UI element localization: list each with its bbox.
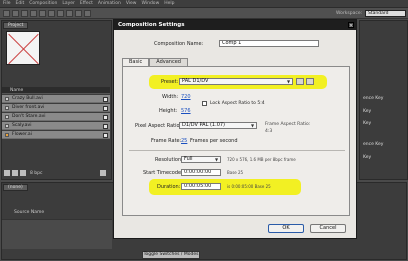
checkbox[interactable] [103,97,108,102]
width-label: Width: [162,94,179,100]
list-item[interactable]: Crazy Bull.avi [2,95,110,103]
frame-rate-label: Frame Rate: [151,138,182,144]
zoom-tool-icon[interactable] [21,10,28,17]
project-tab[interactable]: Project [3,22,29,29]
list-item[interactable]: Diver front.avi [2,104,110,112]
selection-tool-icon[interactable] [3,10,10,17]
tab-basic[interactable]: Basic [122,58,150,66]
duration-label: Duration: [157,184,181,190]
video-file-icon [5,97,9,101]
pixel-aspect-label: Pixel Aspect Ratio: [135,123,182,129]
list-item[interactable]: Scaly.avi [2,122,110,130]
width-value[interactable]: 720 [181,94,191,100]
resolution-label: Resolution: [155,157,183,163]
pixel-aspect-select[interactable]: D1/DV PAL (1.07) ▼ [179,122,257,129]
menu-layer[interactable]: Layer [62,1,75,6]
timeline-tab[interactable]: (none) [3,184,28,191]
lock-aspect-checkbox[interactable] [202,101,207,106]
effect-item[interactable]: Key [361,108,407,115]
menu-view[interactable]: View [126,1,137,6]
brush-tool-icon[interactable] [84,10,91,17]
duration-note: is 0:00:05:00 Base 25 [227,184,271,189]
checkbox[interactable] [103,115,108,120]
menu-edit[interactable]: Edit [16,1,25,6]
divider [129,150,345,151]
menu-animation[interactable]: Animation [98,1,121,6]
save-preset-icon[interactable] [296,78,304,85]
mask-tool-icon[interactable] [57,10,64,17]
chevron-down-icon: ▼ [287,79,291,84]
comp-name-label: Composition Name: [154,41,204,47]
workspace-select[interactable]: Standard [365,10,406,17]
start-timecode-label: Start Timecode: [143,170,183,176]
pan-tool-icon[interactable] [48,10,55,17]
start-timecode-input[interactable]: 0:00:00:00 [181,169,221,176]
height-value[interactable]: 576 [181,108,191,114]
composition-settings-dialog: Composition Settings × Composition Name:… [113,19,357,239]
height-label: Height: [159,108,178,114]
menu-file[interactable]: File [3,1,11,6]
close-icon[interactable]: × [348,22,354,29]
toggle-switches-modes-button[interactable]: Toggle Switches / Modes [142,251,200,259]
video-file-icon [5,124,9,128]
preset-select[interactable]: PAL D1/DV ▼ [179,78,293,85]
chevron-down-icon: ▼ [215,157,219,162]
new-composition-icon[interactable] [20,170,26,176]
settings-tabs: Basic Advanced [122,58,188,66]
comp-name-input[interactable]: Comp 1 [219,40,319,47]
illustrator-file-icon [5,133,9,137]
cancel-button[interactable]: Cancel [310,224,346,233]
pen-tool-icon[interactable] [66,10,73,17]
menu-composition[interactable]: Composition [29,1,57,6]
rotate-tool-icon[interactable] [30,10,37,17]
menu-help[interactable]: Help [164,1,174,6]
camera-tool-icon[interactable] [39,10,46,17]
dialog-title: Composition Settings [114,20,356,30]
list-item[interactable]: Flower.ai [2,131,110,139]
list-item[interactable]: Don't Stare.avi [2,113,110,121]
frame-aspect-label: Frame Aspect Ratio: [265,122,311,127]
text-tool-icon[interactable] [75,10,82,17]
tab-advanced[interactable]: Advanced [149,58,188,66]
checkbox[interactable] [103,133,108,138]
delete-preset-icon[interactable] [306,78,314,85]
lock-aspect-label: Lock Aspect Ratio to 5:4 [210,101,265,106]
duration-input[interactable]: 0:00:05:00 [181,183,221,190]
preset-label: Preset: [161,79,179,85]
frame-rate-value[interactable]: 25 [181,138,187,144]
resolution-note: 720 x 576, 1.6 MB per 8bpc frame [227,157,296,162]
menu-effect[interactable]: Effect [80,1,93,6]
effect-item[interactable]: Key [361,120,407,127]
footage-thumbnail [6,31,40,65]
bit-depth-label[interactable]: 8 bpc [30,171,42,176]
resolution-select[interactable]: Full ▼ [181,156,221,163]
workspace-label: Workspace: [336,11,363,16]
ok-button[interactable]: OK [268,224,304,233]
name-column-header[interactable]: Name [10,88,23,93]
basic-tab-panel: Preset: PAL D1/DV ▼ Width: 720 Height: 5… [122,66,350,216]
chevron-down-icon: ▼ [251,123,255,128]
hand-tool-icon[interactable] [12,10,19,17]
frame-aspect-value: 4:3 [265,129,273,134]
effect-item[interactable]: ence Key [361,141,407,148]
source-name-header: Source Name [14,210,45,215]
frame-rate-unit: Frames per second [190,138,238,144]
menu-bar: File Edit Composition Layer Effect Anima… [0,0,408,8]
menu-window[interactable]: Window [142,1,160,6]
start-timecode-note: Base 25 [227,170,244,175]
timeline-layers[interactable] [2,219,112,249]
checkbox[interactable] [103,106,108,111]
interpret-footage-icon[interactable] [4,170,10,176]
effect-item[interactable]: Key [361,154,407,161]
video-file-icon [5,106,9,110]
effect-item[interactable]: ence Key [361,95,407,102]
project-list-header: Name [2,87,110,94]
video-file-icon [5,115,9,119]
new-folder-icon[interactable] [12,170,18,176]
checkbox[interactable] [103,124,108,129]
trash-icon[interactable] [100,170,106,176]
